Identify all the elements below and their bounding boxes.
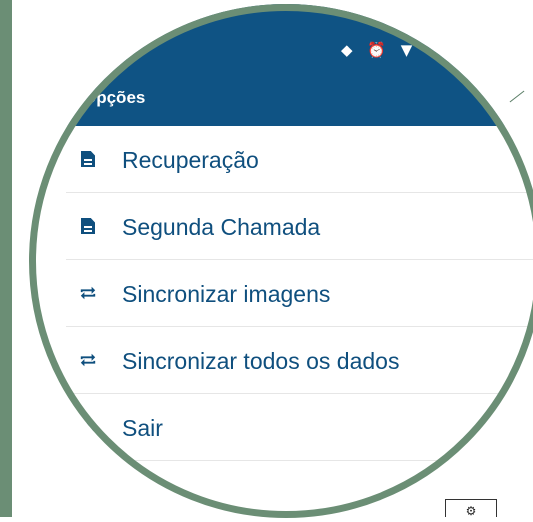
sync-icon xyxy=(79,351,97,369)
menu-item-sair[interactable]: Sair xyxy=(66,394,533,461)
menu-item-recuperacao[interactable]: Recuperação xyxy=(66,126,533,193)
options-menu: Recuperação Segunda Chamada Sincronizar … xyxy=(66,126,533,461)
menu-item-sincronizar-imagens[interactable]: Sincronizar imagens xyxy=(66,260,533,327)
menu-item-label: Recuperação xyxy=(122,147,259,173)
sync-icon xyxy=(79,284,97,302)
menu-item-label: Segunda Chamada xyxy=(122,214,321,240)
status-bar xyxy=(66,4,533,68)
menu-item-sincronizar-todos[interactable]: Sincronizar todos os dados xyxy=(66,327,533,394)
menu-item-label: Sincronizar todos os dados xyxy=(122,348,400,374)
status-icons: ◆ ⏰ ▼ xyxy=(341,41,418,59)
menu-item-segunda-chamada[interactable]: Segunda Chamada xyxy=(66,193,533,260)
document-icon xyxy=(79,217,97,235)
menu-item-label: Sair xyxy=(122,415,163,441)
logo-glyph: ⚙ xyxy=(465,504,477,518)
menu-item-label: Sincronizar imagens xyxy=(122,281,331,307)
left-decorative-band xyxy=(0,0,12,517)
document-icon xyxy=(79,150,97,168)
app-bar-title: Opções xyxy=(83,88,146,107)
power-icon xyxy=(79,418,97,436)
magnifier-circle: ◆ ⏰ ▼ Opções Recuperação Segunda Chamada… xyxy=(29,4,533,518)
corner-logo: ⚙ xyxy=(445,499,497,518)
